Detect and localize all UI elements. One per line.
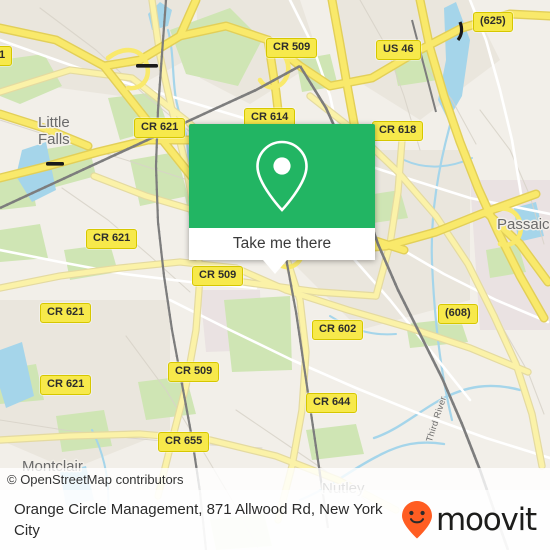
road-shield: CR 509 (192, 266, 244, 286)
road-shield: CR 602 (312, 320, 364, 340)
road-shield: CR 644 (306, 393, 358, 413)
road-shield: CR 618 (372, 121, 424, 141)
road-shield: CR 509 (266, 38, 318, 58)
take-me-there-label: Take me there (232, 235, 332, 252)
moovit-logo[interactable]: moovit (401, 500, 537, 540)
location-popup[interactable]: Take me there (189, 124, 375, 260)
road-shield: (608) (438, 304, 478, 324)
road-shield: 1 (0, 46, 13, 66)
road-shield: (625) (473, 12, 513, 32)
road-shield: CR 621 (134, 118, 186, 138)
moovit-wordmark: moovit (435, 502, 537, 538)
road-shield: CR 621 (40, 303, 92, 323)
popup-tail-pointer (263, 260, 287, 274)
popup-header (189, 124, 375, 228)
attribution-text[interactable]: © OpenStreetMap contributors (0, 472, 184, 487)
moovit-pin-icon (401, 501, 432, 539)
map-screenshot: .wtr{fill:#a5d5ea} .prk{fill:#cfe5b4} .r… (0, 0, 550, 550)
map-attribution: © OpenStreetMap contributors (0, 468, 550, 490)
footer-bar: Orange Circle Management, 871 Allwood Rd… (0, 490, 550, 550)
map-pin-icon (256, 140, 308, 212)
road-shield: CR 621 (86, 229, 138, 249)
popup-action-bar[interactable]: Take me there (189, 228, 375, 260)
road-shield: US 46 (376, 40, 421, 60)
road-shield: CR 509 (168, 362, 220, 382)
road-shield: CR 621 (40, 375, 92, 395)
location-address-text: Orange Circle Management, 871 Allwood Rd… (14, 501, 383, 539)
road-shield: CR 655 (158, 432, 210, 452)
